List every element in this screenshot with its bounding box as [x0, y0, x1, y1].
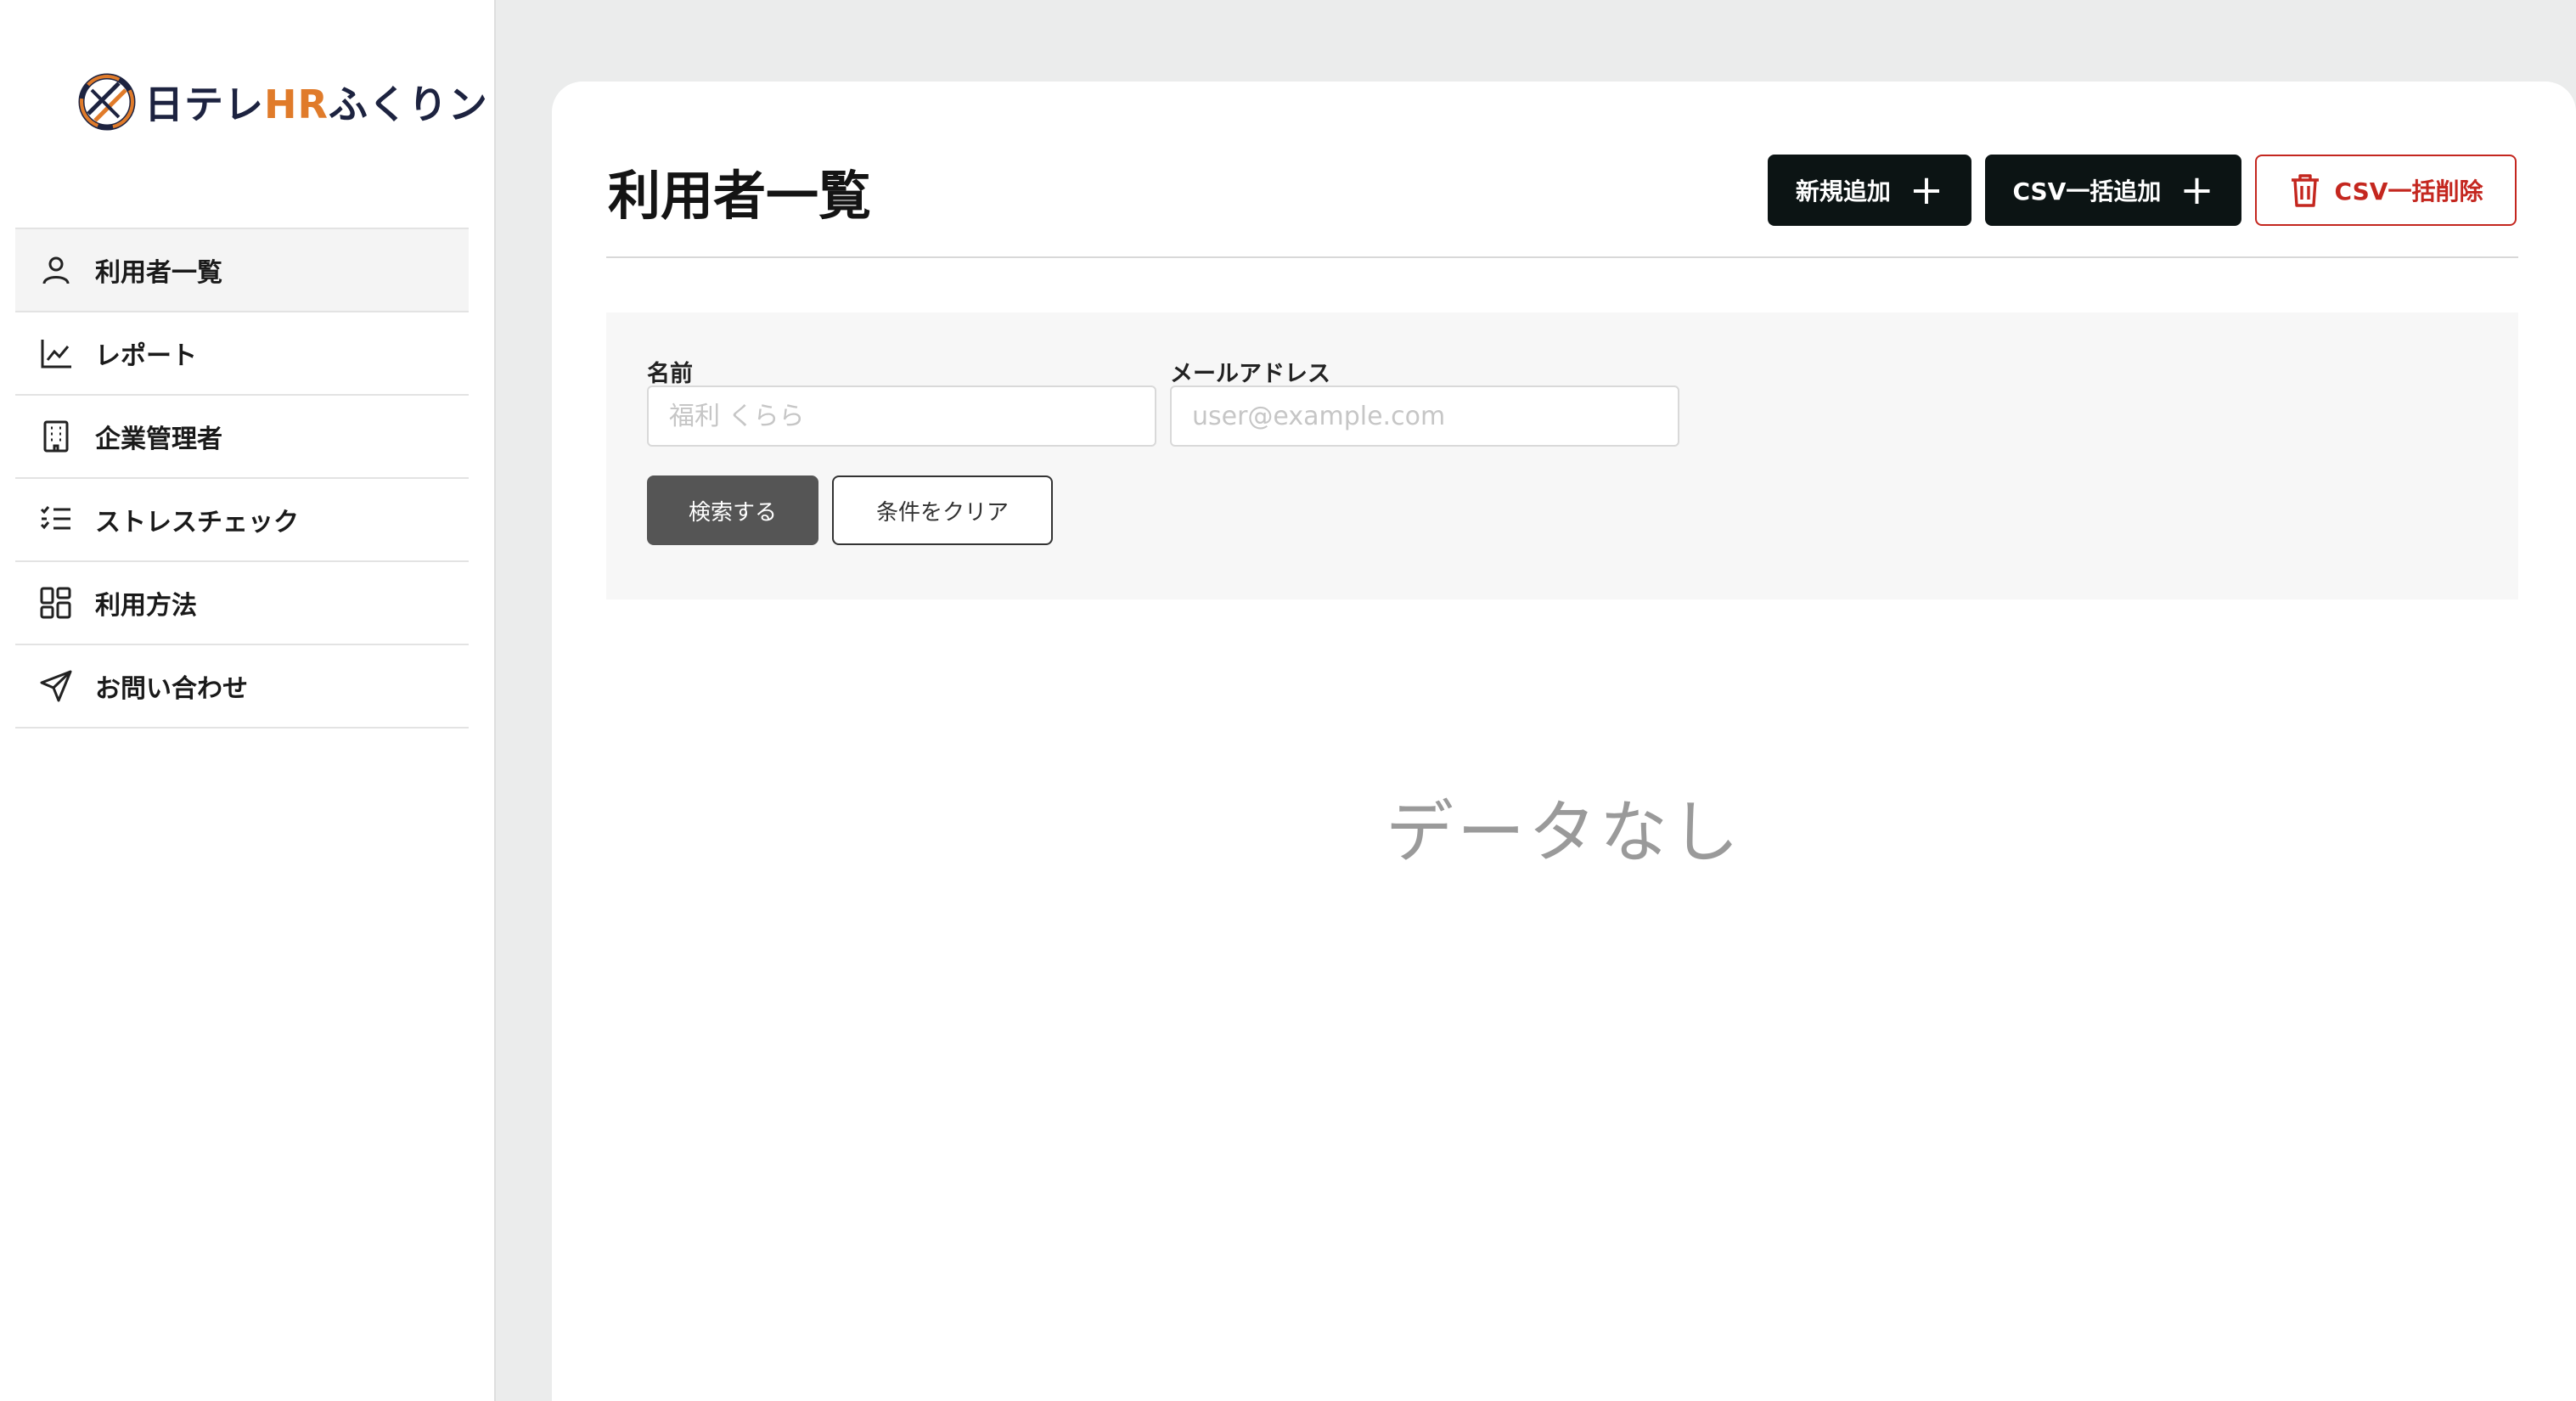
sidebar-item-label: ストレスチェック [95, 508, 299, 537]
brand-name-suffix: ふくりン [328, 82, 488, 127]
header-divider [606, 256, 2518, 258]
csv-bulk-delete-label: CSV一括削除 [2334, 177, 2483, 205]
sidebar-item-contact[interactable]: お問い合わせ [15, 645, 469, 729]
line-chart-icon [37, 335, 75, 372]
grid-icon [37, 584, 75, 622]
sidebar-item-label: お問い合わせ [95, 674, 248, 704]
csv-bulk-delete-button[interactable]: CSV一括削除 [2255, 155, 2517, 226]
brand-name: 日テレHRふくりン [144, 74, 488, 130]
building-icon [37, 418, 75, 455]
page-title: 利用者一覧 [608, 165, 872, 227]
sidebar-item-stress-check[interactable]: ストレスチェック [15, 479, 469, 562]
sidebar-item-company-admin[interactable]: 企業管理者 [15, 396, 469, 479]
send-icon [37, 667, 75, 705]
csv-bulk-add-label: CSV一括追加 [2012, 177, 2162, 205]
sidebar-item-label: 利用者一覧 [95, 258, 222, 288]
plus-icon: + [2179, 166, 2214, 214]
add-new-button[interactable]: 新規追加 + [1768, 155, 1971, 226]
clear-conditions-button[interactable]: 条件をクリア [832, 475, 1053, 545]
sidebar-item-how-to-use[interactable]: 利用方法 [15, 562, 469, 645]
sidebar-item-label: 企業管理者 [95, 425, 222, 454]
main-panel: 利用者一覧 新規追加 + CSV一括追加 + CSV一括削除 名前 メールアドレ… [552, 82, 2576, 1401]
sidebar-nav: 利用者一覧 レポート 企業管理者 ストレスチェック 利用方法 お問い合わせ [15, 228, 469, 729]
search-button[interactable]: 検索する [647, 475, 818, 545]
logo-mark-icon [78, 73, 136, 131]
trash-icon [2289, 172, 2321, 208]
brand-name-accent: HR [264, 82, 329, 127]
sidebar: 日テレHRふくりン 利用者一覧 レポート 企業管理者 ストレスチェック 利用方法… [0, 0, 496, 1401]
name-field-label: 名前 [647, 361, 693, 387]
email-input[interactable] [1170, 385, 1679, 447]
brand-logo[interactable]: 日テレHRふくりン [76, 71, 488, 132]
email-field-label: メールアドレス [1170, 361, 1330, 387]
plus-icon: + [1909, 166, 1944, 214]
name-input[interactable] [647, 385, 1156, 447]
sidebar-item-users[interactable]: 利用者一覧 [15, 229, 469, 312]
sidebar-item-report[interactable]: レポート [15, 312, 469, 396]
user-icon [37, 251, 75, 289]
brand-name-prefix: 日テレ [144, 82, 264, 127]
sidebar-item-label: レポート [95, 341, 197, 371]
search-panel: 名前 メールアドレス 検索する 条件をクリア [606, 312, 2518, 599]
checklist-icon [37, 501, 75, 538]
add-new-label: 新規追加 [1795, 177, 1891, 205]
sidebar-item-label: 利用方法 [95, 591, 197, 621]
csv-bulk-add-button[interactable]: CSV一括追加 + [1985, 155, 2241, 226]
empty-state-text: データなし [1386, 793, 1742, 872]
